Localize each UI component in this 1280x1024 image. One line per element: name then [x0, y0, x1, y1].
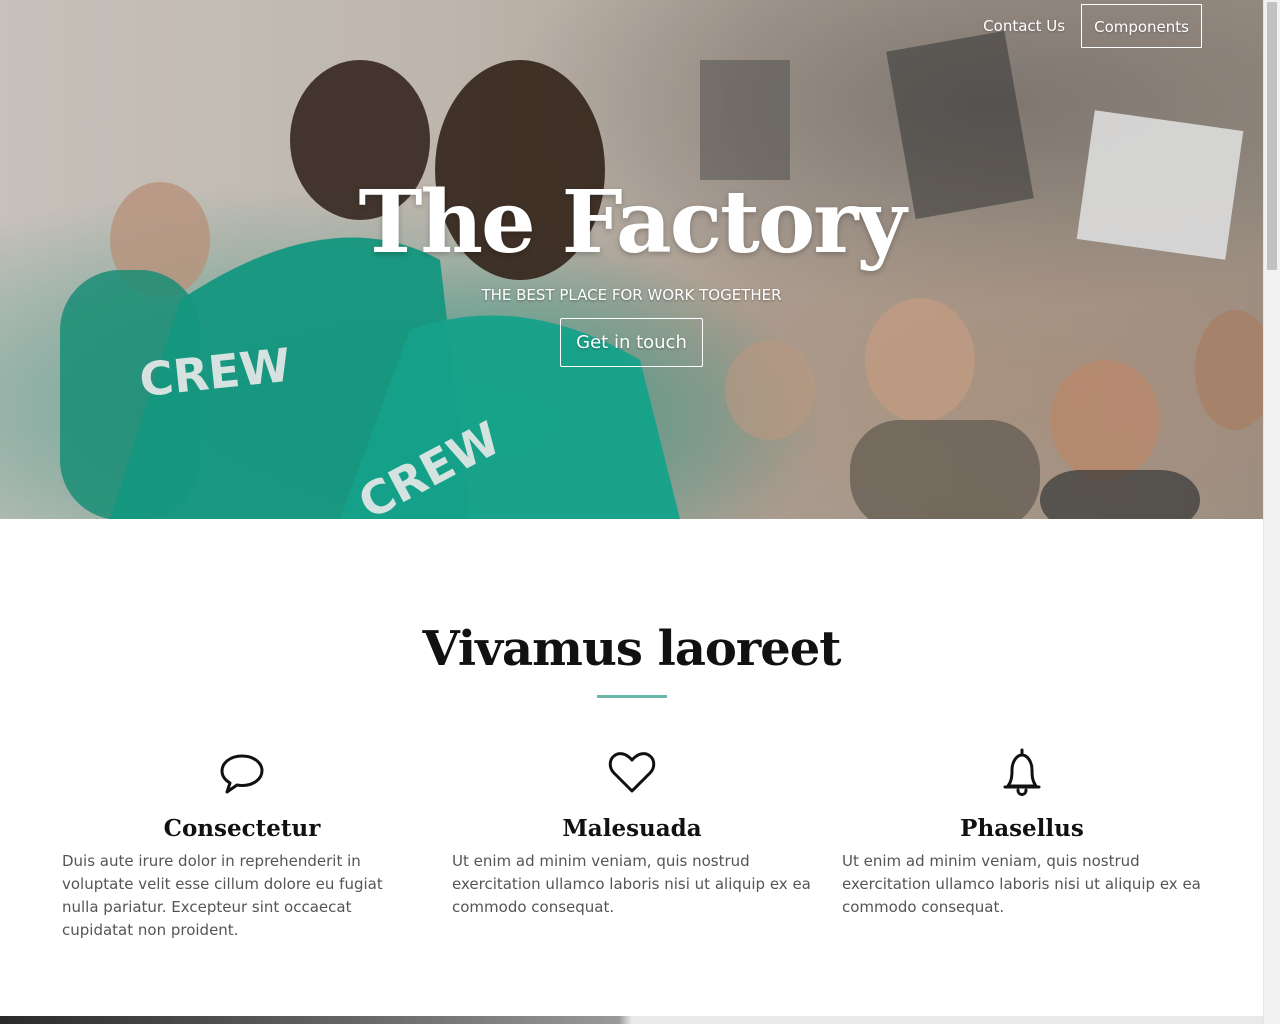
nav-contact-us-link[interactable]: Contact Us — [971, 4, 1077, 48]
top-nav: Contact Us Components — [971, 4, 1202, 48]
section-divider — [597, 695, 667, 698]
hero-section: CREW CREW Contact Us Components The Fact… — [0, 0, 1263, 519]
scrollbar-thumb[interactable] — [1267, 2, 1277, 270]
nav-components-link[interactable]: Components — [1081, 4, 1202, 48]
speech-bubble-icon — [220, 754, 264, 794]
feature-card: Consectetur Duis aute irure dolor in rep… — [47, 746, 437, 942]
get-in-touch-button[interactable]: Get in touch — [560, 318, 703, 367]
bell-icon — [1003, 748, 1041, 797]
feature-card: Malesuada Ut enim ad minim veniam, quis … — [437, 746, 827, 942]
page-content: CREW CREW Contact Us Components The Fact… — [0, 0, 1263, 1024]
feature-text: Ut enim ad minim veniam, quis nostrud ex… — [452, 852, 811, 916]
features-row: Consectetur Duis aute irure dolor in rep… — [47, 746, 1217, 942]
feature-title: Consectetur — [163, 815, 321, 842]
feature-text: Ut enim ad minim veniam, quis nostrud ex… — [842, 852, 1201, 916]
feature-card: Phasellus Ut enim ad minim veniam, quis … — [827, 746, 1217, 942]
feature-text: Duis aute irure dolor in reprehenderit i… — [62, 852, 383, 939]
next-section-image-edge — [0, 1016, 1263, 1024]
heart-icon — [608, 752, 656, 793]
page-scrollbar[interactable] — [1263, 0, 1280, 1024]
page: CREW CREW Contact Us Components The Fact… — [0, 0, 1280, 1024]
feature-title: Phasellus — [960, 815, 1084, 842]
feature-title: Malesuada — [562, 815, 702, 842]
hero-title: The Factory — [358, 172, 907, 273]
hero-subtitle: The best place for work together — [481, 286, 782, 304]
section-title: Vivamus laoreet — [422, 621, 842, 677]
